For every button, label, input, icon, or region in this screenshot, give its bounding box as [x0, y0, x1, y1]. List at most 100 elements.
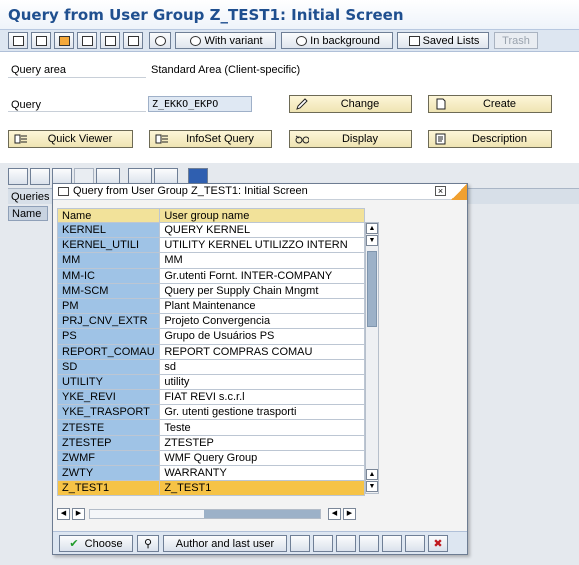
filter-icon[interactable] — [313, 535, 333, 552]
in-background-button[interactable]: In background — [281, 32, 393, 49]
user-group-name-cell[interactable]: Gr.utenti Fornt. INTER-COMPANY — [159, 267, 365, 284]
trash-button[interactable]: Trash — [494, 32, 538, 49]
user-group-name-cell[interactable]: QUERY KERNEL — [159, 221, 365, 239]
user-group-id-cell[interactable]: REPORT_COMAU — [56, 343, 161, 360]
table-row[interactable]: YKE_REVI FIAT REVI s.c.r.l — [56, 389, 365, 406]
scroll-track[interactable] — [89, 509, 321, 519]
choose-button[interactable]: ✔ Choose — [59, 535, 133, 552]
table-row[interactable]: ZWMF WMF Query Group — [56, 449, 365, 467]
user-group-id-cell[interactable]: Z_TEST1 — [56, 480, 161, 497]
table-row[interactable]: YKE_TRASPORT Gr. utenti gestione trasport… — [56, 404, 365, 421]
table-icon[interactable] — [405, 535, 425, 552]
user-group-name-cell[interactable]: FIAT REVI s.c.r.l — [159, 389, 365, 406]
user-group-id-cell[interactable]: PRJ_CNV_EXTR — [56, 313, 161, 330]
user-group-name-cell[interactable]: UTILITY KERNEL UTILIZZO INTERN — [159, 237, 365, 254]
table-row[interactable]: PM Plant Maintenance — [56, 297, 365, 315]
user-group-id-cell[interactable]: MM — [56, 252, 161, 269]
find-icon[interactable]: ⚲ — [137, 535, 159, 552]
saved-lists-button[interactable]: Saved Lists — [397, 32, 489, 49]
user-group-id-cell[interactable]: MM-IC — [56, 267, 161, 284]
user-group-id-cell[interactable]: YKE_TRASPORT — [56, 404, 161, 421]
close-icon[interactable]: × — [435, 186, 446, 196]
table-row[interactable]: KERNEL QUERY KERNEL — [56, 221, 365, 239]
table-row[interactable]: SD sd — [56, 358, 365, 375]
scroll-right-end-icon[interactable]: ▶ — [343, 508, 356, 520]
user-group-name-cell[interactable]: Query per Supply Chain Mngmt — [159, 282, 365, 299]
user-group-name-cell[interactable]: ZTESTEP — [159, 434, 365, 451]
user-group-name-cell[interactable]: MM — [159, 252, 365, 269]
copy-button[interactable] — [31, 32, 51, 49]
print-icon[interactable] — [8, 168, 28, 185]
description-button[interactable]: Description — [428, 130, 552, 148]
table-row[interactable]: Z_TEST1 Z_TEST1 — [56, 480, 365, 497]
scroll-thumb[interactable] — [367, 251, 377, 327]
user-group-name-cell[interactable]: Teste — [159, 419, 365, 436]
other-group-button[interactable] — [54, 32, 74, 49]
print-icon[interactable] — [290, 535, 310, 552]
scroll-right-icon[interactable]: ▶ — [72, 508, 85, 520]
name-column-header[interactable]: Name — [56, 208, 161, 223]
user-group-name-cell[interactable]: Plant Maintenance — [159, 297, 365, 315]
user-group-name-cell[interactable]: Grupo de Usuários PS — [159, 328, 365, 345]
user-group-id-cell[interactable]: SD — [56, 358, 161, 375]
table-row[interactable]: REPORT_COMAU REPORT COMPRAS COMAU — [56, 343, 365, 360]
execute-button[interactable] — [8, 32, 28, 49]
user-group-id-cell[interactable]: KERNEL_UTILI — [56, 237, 161, 254]
export-icon[interactable] — [382, 535, 402, 552]
sort-icon[interactable] — [359, 535, 379, 552]
cancel-icon[interactable]: ✖ — [428, 535, 448, 552]
table-row[interactable]: MM-IC Gr.utenti Fornt. INTER-COMPANY — [56, 267, 365, 284]
user-group-id-cell[interactable]: YKE_REVI — [56, 389, 161, 406]
user-group-name-cell[interactable]: WARRANTY — [159, 464, 365, 482]
page-down-icon[interactable]: ▼ — [366, 235, 378, 246]
user-group-name-cell[interactable]: Z_TEST1 — [159, 480, 365, 497]
table-row[interactable]: MM MM — [56, 252, 365, 269]
vertical-scrollbar[interactable]: ▲ ▼ ▲ ▼ — [365, 222, 379, 494]
find-next-icon[interactable] — [336, 535, 356, 552]
user-group-name-column-header[interactable]: User group name — [159, 208, 365, 223]
user-group-name-cell[interactable]: REPORT COMPRAS COMAU — [159, 343, 365, 360]
user-group-id-cell[interactable]: MM-SCM — [56, 282, 161, 299]
scroll-left-end-icon[interactable]: ◀ — [328, 508, 341, 520]
table-row[interactable]: PS Grupo de Usuários PS — [56, 328, 365, 345]
user-group-id-cell[interactable]: UTILITY — [56, 373, 161, 391]
user-group-name-cell[interactable]: Projeto Convergencia — [159, 313, 365, 330]
display-button[interactable]: Display — [289, 130, 412, 148]
scroll-down-icon[interactable]: ▼ — [366, 481, 378, 492]
quick-viewer-button[interactable]: Quick Viewer — [8, 130, 133, 148]
query-input[interactable]: Z_EKKO_EKPO — [148, 96, 252, 112]
table-row[interactable]: ZTESTEP ZTESTEP — [56, 434, 365, 451]
table-row[interactable]: PRJ_CNV_EXTR Projeto Convergencia — [56, 313, 365, 330]
table-row[interactable]: ZWTY WARRANTY — [56, 464, 365, 482]
user-group-id-cell[interactable]: ZTESTE — [56, 419, 161, 436]
user-group-name-cell[interactable]: WMF Query Group — [159, 449, 365, 467]
table-row[interactable]: KERNEL_UTILI UTILITY KERNEL UTILIZZO INTE… — [56, 237, 365, 254]
author-last-user-button[interactable]: Author and last user — [163, 535, 287, 552]
user-group-id-cell[interactable]: ZWMF — [56, 449, 161, 467]
with-variant-button[interactable]: With variant — [175, 32, 276, 49]
name-column-header[interactable]: Name — [8, 206, 48, 221]
user-group-id-cell[interactable]: PM — [56, 297, 161, 315]
user-group-name-cell[interactable]: utility — [159, 373, 365, 391]
scroll-thumb[interactable] — [204, 510, 320, 518]
transport-button[interactable] — [100, 32, 120, 49]
filter-icon[interactable] — [30, 168, 50, 185]
create-button[interactable]: Create — [428, 95, 552, 113]
infoset-query-button[interactable]: InfoSet Query — [149, 130, 272, 148]
change-button[interactable]: Change — [289, 95, 412, 113]
scroll-left-icon[interactable]: ◀ — [57, 508, 70, 520]
horizontal-scrollbar[interactable]: ◀ ▶ ◀ ▶ — [57, 508, 361, 521]
page-up-icon[interactable]: ▲ — [366, 469, 378, 480]
user-group-name-cell[interactable]: Gr. utenti gestione trasporti — [159, 404, 365, 421]
table-row[interactable]: MM-SCM Query per Supply Chain Mngmt — [56, 282, 365, 299]
execute-icon-button[interactable] — [149, 32, 171, 49]
user-group-id-cell[interactable]: KERNEL — [56, 221, 161, 239]
language-button[interactable] — [123, 32, 143, 49]
scroll-up-icon[interactable]: ▲ — [366, 223, 378, 234]
table-row[interactable]: UTILITY utility — [56, 373, 365, 391]
delete-button[interactable] — [77, 32, 97, 49]
user-group-name-cell[interactable]: sd — [159, 358, 365, 375]
user-group-id-cell[interactable]: PS — [56, 328, 161, 345]
user-group-id-cell[interactable]: ZTESTEP — [56, 434, 161, 451]
user-group-id-cell[interactable]: ZWTY — [56, 464, 161, 482]
